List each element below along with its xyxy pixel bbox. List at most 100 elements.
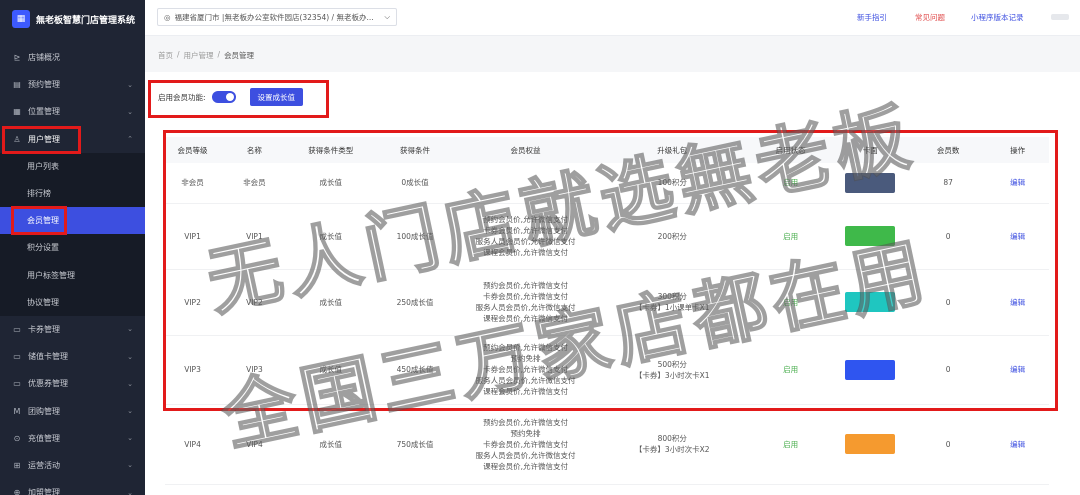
group-buy-icon: M xyxy=(13,406,21,416)
condition-cell: 450成长值 xyxy=(372,335,458,405)
sidebar-item-gift[interactable]: ⊞ 运营活动 ⌄ xyxy=(0,452,145,479)
card-icon: ▭ xyxy=(13,324,21,334)
grid-icon: ▦ xyxy=(13,107,21,117)
faq-link[interactable]: 常见问题 xyxy=(915,12,945,23)
submenu-item[interactable]: 积分设置 xyxy=(0,234,145,261)
breadcrumb-user-management[interactable]: 用户管理 xyxy=(184,50,214,61)
sidebar-item-wallet[interactable]: ▭ 储值卡管理 ⌄ xyxy=(0,343,145,370)
submenu-item[interactable]: 会员管理 xyxy=(0,207,145,235)
submenu-item[interactable]: 用户标签管理 xyxy=(0,262,145,289)
card-face-cell xyxy=(830,163,910,204)
member-rights-cell-line: 课程会员价,允许微信支付 xyxy=(483,248,568,257)
chevron-down-icon: ⌄ xyxy=(127,407,133,416)
column-header: 获得条件类型 xyxy=(288,137,373,163)
member-rights-cell-line: 服务人员会员价,允许微信支付 xyxy=(475,237,576,246)
member-rights-cell: 预约会员价,允许微信支付 卡券会员价,允许微信支付 服务人员会员价,允许微信支付 课程… xyxy=(457,203,594,270)
chevron-down-icon: ⌄ xyxy=(127,352,133,361)
member-name-cell: VIP1 xyxy=(220,203,289,270)
sidebar-item-chart[interactable]: ⊵ 店铺概况 xyxy=(0,44,145,71)
recharge-icon: ⊙ xyxy=(13,433,21,443)
member-name-cell: VIP3 xyxy=(220,335,289,405)
user-avatar[interactable] xyxy=(1051,14,1069,20)
status-cell: 启用 xyxy=(750,404,831,485)
chevron-down-icon: ⌄ xyxy=(127,107,133,116)
condition-type-cell: 成长值 xyxy=(288,163,373,204)
card-face-cell xyxy=(830,269,910,336)
edit-link[interactable]: 编辑 xyxy=(986,203,1049,270)
changelog-link[interactable]: 小程序版本记录 xyxy=(971,12,1024,23)
member-rights-cell-line: 卡券会员价,允许微信支付 xyxy=(483,439,568,449)
member-toggle-row: 启用会员功能: 设置成长值 xyxy=(158,88,304,106)
sidebar-item-group-buy[interactable]: M 团购管理 ⌄ xyxy=(0,397,145,424)
member-level-cell: VIP2 xyxy=(165,269,221,336)
upgrade-gift-cell-line: 500积分 xyxy=(657,359,687,369)
member-toggle-label: 启用会员功能: xyxy=(158,92,206,102)
upgrade-gift-cell: 800积分 【卡券】3小时次卡X2 xyxy=(593,404,751,485)
sidebar-item-grid[interactable]: ▦ 位置管理 ⌄ xyxy=(0,98,145,125)
table-row: VIP1 VIP1 成长值 100成长值 预约会员价,允许微信支付 卡券会员价,允许微信支… xyxy=(165,203,1049,270)
member-count-cell: 0 xyxy=(909,203,987,270)
app-logo[interactable]: ▦ 無老板智慧门店管理系统 xyxy=(0,0,145,38)
chevron-up-icon: ⌃ xyxy=(127,135,133,144)
sidebar-item-recharge[interactable]: ⊙ 充值管理 ⌄ xyxy=(0,425,145,452)
column-header: 启用状态 xyxy=(750,137,831,163)
member-rights-cell-line: 预约免排 xyxy=(510,428,541,438)
chart-icon: ⊵ xyxy=(13,53,21,63)
breadcrumb-home[interactable]: 首页 xyxy=(158,50,173,61)
sidebar-item-coupon[interactable]: ▭ 优惠券管理 ⌄ xyxy=(0,370,145,397)
condition-type-cell: 成长值 xyxy=(288,269,373,336)
upgrade-gift-cell-line: 【卡券】3小时次卡X1 xyxy=(634,370,710,380)
chevron-down-icon: ⌄ xyxy=(127,461,133,470)
user-icon: ♙ xyxy=(13,134,21,144)
condition-type-cell: 成长值 xyxy=(288,404,373,485)
member-level-cell: 非会员 xyxy=(165,163,221,204)
edit-link[interactable]: 编辑 xyxy=(986,163,1049,204)
submenu-item[interactable]: 用户列表 xyxy=(0,153,145,180)
condition-type-cell: 成长值 xyxy=(288,203,373,270)
edit-link[interactable]: 编辑 xyxy=(986,269,1049,336)
card-face-swatch xyxy=(845,434,896,454)
sidebar-item-calendar[interactable]: ▤ 预约管理 ⌄ xyxy=(0,71,145,98)
status-cell: 启用 xyxy=(750,335,831,405)
store-selector-value: 福建省厦门市 |無老板办公室软件园店(32354) / 無老板办... xyxy=(174,12,374,22)
upgrade-gift-cell: 100积分 xyxy=(593,163,751,204)
app-title: 無老板智慧门店管理系统 xyxy=(36,15,136,26)
submenu-item[interactable]: 排行榜 xyxy=(0,180,145,207)
chevron-down-icon: ⌵ xyxy=(384,12,390,21)
member-rights-cell-line: 卡券会员价,允许微信支付 xyxy=(483,292,568,301)
sidebar-item-label: 储值卡管理 xyxy=(28,352,68,362)
set-growth-value-button[interactable]: 设置成长值 xyxy=(249,88,304,106)
wallet-icon: ▭ xyxy=(13,352,21,362)
sidebar-item-card[interactable]: ▭ 卡券管理 ⌄ xyxy=(0,316,145,343)
sidebar-item-label: 加盟管理 xyxy=(28,488,60,495)
submenu-item[interactable]: 协议管理 xyxy=(0,289,145,316)
upgrade-gift-cell-line: 300积分 xyxy=(657,292,687,301)
condition-type-cell: 成长值 xyxy=(288,335,373,405)
edit-link[interactable]: 编辑 xyxy=(986,335,1049,405)
member-count-cell: 0 xyxy=(909,269,987,336)
upgrade-gift-cell-line: 【卡券】1小课单卡X1 xyxy=(634,303,710,312)
sidebar-item-user[interactable]: ♙ 用户管理 ⌃ xyxy=(0,126,145,153)
condition-cell: 100成长值 xyxy=(372,203,458,270)
store-selector[interactable]: ◎ 福建省厦门市 |無老板办公室软件园店(32354) / 無老板办... ⌵ xyxy=(157,8,397,26)
member-level-cell: VIP3 xyxy=(165,335,221,405)
member-count-cell: 0 xyxy=(909,404,987,485)
sidebar-item-label: 卡券管理 xyxy=(28,324,60,334)
plus-icon: ⊕ xyxy=(13,488,21,495)
sidebar-menu: ⊵ 店铺概况 ▤ 预约管理 ⌄ ▦ 位置管理 ⌄ ♙ 用户管理 ⌃ 用户列表 排行榜 会员管理 积分设置 用户… xyxy=(0,44,145,495)
table-body: 非会员 非会员 成长值 0成长值 100积分 启用 87 编辑 VIP1 VIP1 成长值 100成长… xyxy=(165,163,1049,485)
upgrade-gift-cell-line: 【卡券】3小时次卡X2 xyxy=(634,445,710,454)
beginner-guide-link[interactable]: 新手指引 xyxy=(857,12,887,23)
upgrade-gift-cell-line: 200积分 xyxy=(657,231,687,241)
edit-link[interactable]: 编辑 xyxy=(986,404,1049,485)
condition-cell: 250成长值 xyxy=(372,269,458,336)
member-rights-cell xyxy=(457,163,594,204)
member-feature-switch[interactable] xyxy=(211,91,236,103)
table-row: VIP3 VIP3 成长值 450成长值 预约会员价,允许微信支付 预约免排 卡券会员价,允… xyxy=(165,335,1049,405)
condition-cell: 0成长值 xyxy=(372,163,458,204)
member-rights-cell-line: 预约会员价,允许微信支付 xyxy=(483,215,568,224)
breadcrumb: 首页 / 用户管理 / 会员管理 xyxy=(158,50,254,61)
location-pin-icon: ◎ xyxy=(164,12,171,22)
coupon-icon: ▭ xyxy=(13,379,21,389)
sidebar-item-plus[interactable]: ⊕ 加盟管理 ⌄ xyxy=(0,479,145,495)
